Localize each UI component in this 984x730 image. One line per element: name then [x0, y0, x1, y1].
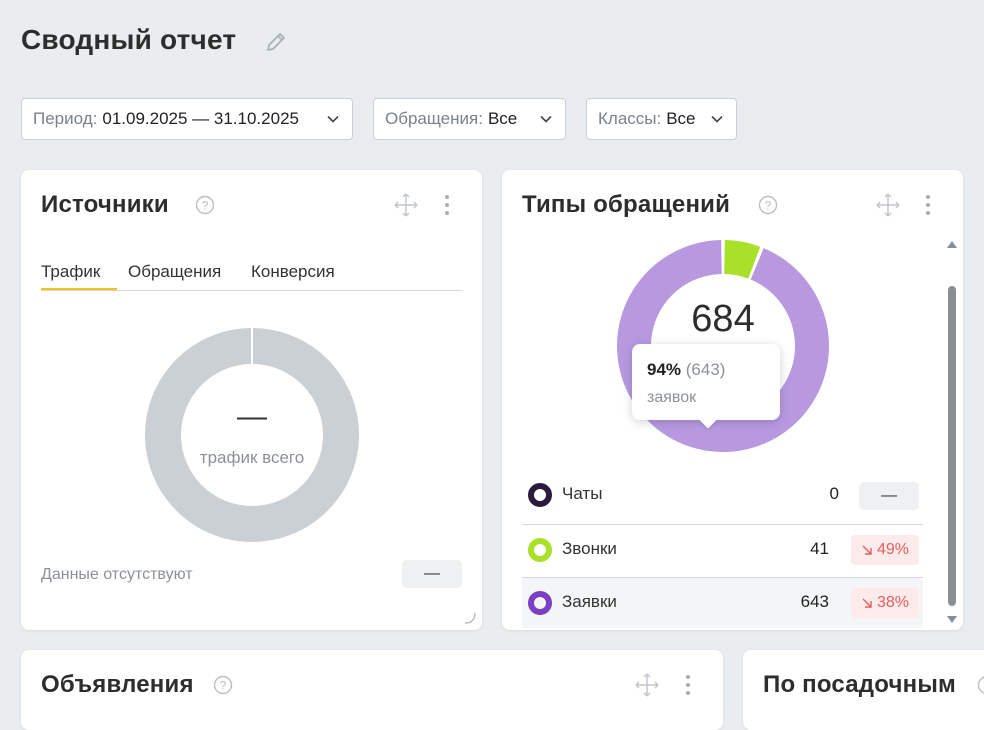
requests-filter-label: Обращения:: [385, 109, 483, 129]
legend-value: 0: [830, 484, 839, 504]
sources-tabs: Трафик Обращения Конверсия: [41, 262, 462, 291]
legend-name: Звонки: [562, 539, 617, 559]
landing-title: По посадочным: [763, 671, 956, 699]
move-icon[interactable]: [634, 672, 660, 698]
resize-handle-icon[interactable]: [463, 611, 477, 625]
classes-filter-value: Все: [666, 109, 695, 129]
requests-filter[interactable]: Обращения: Все: [373, 98, 566, 140]
no-data-text: Данные отсутствуют: [41, 566, 193, 584]
traffic-donut: [145, 328, 359, 542]
legend-change: —: [859, 482, 919, 510]
period-filter[interactable]: Период: 01.09.2025 — 31.10.2025: [21, 98, 353, 140]
change-down-badge: 49%: [851, 535, 919, 565]
scroll-up-icon[interactable]: [947, 240, 957, 250]
more-vertical-icon[interactable]: [924, 194, 932, 216]
legend-change: 49%: [877, 541, 909, 559]
change-down-badge: 38%: [851, 588, 919, 618]
tooltip-label: заявок: [647, 389, 696, 407]
requests-dot-icon: [527, 590, 553, 616]
scrollbar-thumb[interactable]: [948, 286, 956, 606]
arrow-down-right-icon: [861, 544, 873, 556]
change-badge: —: [402, 560, 462, 588]
traffic-total-label: трафик всего: [145, 448, 359, 468]
period-filter-label: Период:: [33, 109, 97, 129]
legend-value: 643: [801, 592, 829, 612]
more-vertical-icon[interactable]: [443, 194, 451, 216]
legend-value: 41: [810, 539, 829, 559]
tab-traffic[interactable]: Трафик: [41, 262, 100, 282]
svg-text:?: ?: [220, 679, 227, 693]
period-filter-value: 01.09.2025 — 31.10.2025: [102, 109, 299, 129]
request-types-title: Типы обращений: [522, 191, 730, 219]
scrollbar[interactable]: [945, 238, 959, 628]
sources-title: Источники: [41, 191, 169, 219]
request-types-total: 684: [616, 298, 830, 341]
active-tab-indicator: [41, 288, 117, 290]
pencil-icon[interactable]: [264, 30, 288, 54]
classes-filter[interactable]: Классы: Все: [586, 98, 737, 140]
traffic-total: —: [145, 400, 359, 434]
page-title: Сводный отчет: [21, 24, 236, 56]
legend-name: Заявки: [562, 592, 617, 612]
move-icon[interactable]: [875, 192, 901, 218]
classes-filter-label: Классы:: [598, 109, 661, 129]
request-types-widget: Типы обращений ? 684 94% (643) заявок Ча…: [502, 170, 963, 630]
more-vertical-icon[interactable]: [684, 674, 692, 696]
move-icon[interactable]: [393, 192, 419, 218]
tooltip-count: (643): [686, 360, 726, 379]
requests-filter-value: Все: [488, 109, 517, 129]
chevron-down-icon: [326, 112, 340, 126]
svg-text:?: ?: [202, 199, 209, 213]
svg-text:?: ?: [765, 199, 772, 213]
scroll-down-icon[interactable]: [947, 614, 957, 624]
help-icon[interactable]: ?: [213, 675, 233, 695]
help-icon[interactable]: ?: [195, 195, 215, 215]
legend-row-chats[interactable]: Чаты 0 —: [522, 470, 923, 520]
tab-conversion[interactable]: Конверсия: [251, 262, 335, 282]
legend-change: 38%: [877, 594, 909, 612]
legend-name: Чаты: [562, 484, 602, 504]
help-icon[interactable]: [977, 675, 984, 695]
chevron-down-icon: [710, 112, 724, 126]
landing-widget: По посадочным: [743, 650, 984, 730]
legend-row-calls[interactable]: Звонки 41 49%: [522, 525, 923, 575]
legend-row-requests[interactable]: Заявки 643 38%: [522, 578, 923, 628]
chart-tooltip: 94% (643) заявок: [632, 344, 780, 420]
ads-title: Объявления: [41, 671, 194, 699]
chats-dot-icon: [527, 482, 553, 508]
chevron-down-icon: [539, 112, 553, 126]
sources-widget: Источники ? Трафик Обращения Конверсия —…: [21, 170, 482, 630]
arrow-down-right-icon: [861, 597, 873, 609]
tooltip-percent: 94%: [647, 360, 681, 379]
tab-requests[interactable]: Обращения: [128, 262, 221, 282]
help-icon[interactable]: ?: [758, 195, 778, 215]
ads-widget: Объявления ?: [21, 650, 723, 730]
calls-dot-icon: [527, 537, 553, 563]
